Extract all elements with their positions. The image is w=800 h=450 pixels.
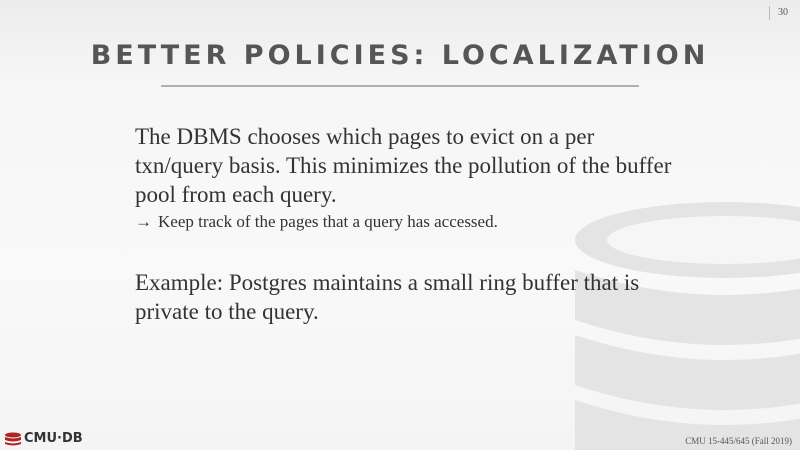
slide: 30 BETTER POLICIES: LOCALIZATION The DBM… [0, 0, 800, 450]
course-footer: CMU 15-445/645 (Fall 2019) [685, 436, 792, 446]
cmu-db-logo: CMU·DB [4, 431, 83, 446]
title-divider [161, 85, 639, 87]
page-number: 30 [769, 6, 788, 20]
slide-body: The DBMS chooses which pages to evict on… [135, 122, 675, 326]
sub-bullet: → Keep track of the pages that a query ha… [135, 211, 675, 233]
logo-text: CMU·DB [24, 431, 83, 446]
body-paragraph: The DBMS chooses which pages to evict on… [135, 124, 672, 207]
arrow-icon: → [135, 212, 152, 231]
body-paragraph-example: Example: Postgres maintains a small ring… [135, 270, 640, 324]
database-logo-icon [5, 432, 21, 445]
sub-bullet-text: Keep track of the pages that a query has… [158, 212, 498, 231]
slide-title: BETTER POLICIES: LOCALIZATION [90, 40, 710, 71]
